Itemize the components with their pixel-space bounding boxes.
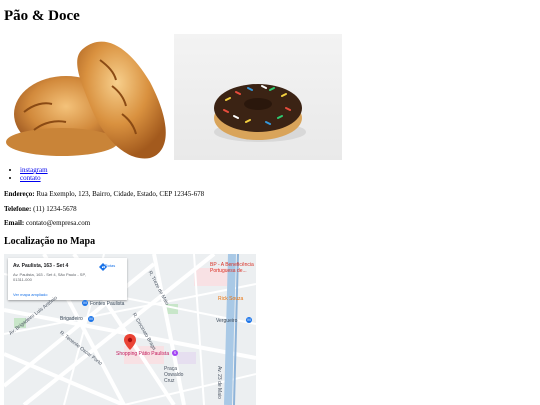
contact-link[interactable]: contato — [20, 174, 41, 182]
place-address: Av. Paulista, 163 - Set 4, São Paulo - S… — [13, 272, 86, 282]
map-label-shopping: Shopping Pátio Paulista — [116, 351, 170, 357]
map-label-rick: Rick Souza — [218, 296, 244, 302]
phone-value: (11) 1234-5678 — [33, 205, 77, 213]
address-value: Rua Exemplo, 123, Bairro, Cidade, Estado… — [36, 190, 205, 198]
map-heading: Localização no Mapa — [4, 236, 96, 247]
metro-icon: M — [82, 300, 88, 306]
shopping-icon: S — [172, 350, 178, 356]
directions-button[interactable]: Rotas — [99, 263, 121, 271]
map-label-fontes: Fontes Paulista — [90, 301, 125, 307]
link-item: contato — [20, 174, 48, 182]
email-label: Email: — [4, 219, 25, 227]
location-pin-icon — [124, 334, 136, 350]
map-label-23-maio: Av. 23 de Maio — [216, 366, 222, 399]
map-label-vergueiro: Vergueiro — [216, 318, 238, 324]
email-value: contato@empresa.com — [25, 219, 91, 227]
email-line: Email: contato@empresa.com — [4, 219, 90, 227]
embedded-map[interactable]: Av. Paulista, 163 - Set 4 Av. Paulista, … — [4, 254, 256, 405]
metro-icon: M — [88, 316, 94, 322]
map-label-brigadeiro: Brigadeiro — [60, 316, 83, 322]
social-links: instagram contato — [4, 166, 48, 182]
page-title: Pão & Doce — [4, 8, 80, 24]
address-line: Endereço: Rua Exemplo, 123, Bairro, Cida… — [4, 190, 204, 198]
metro-icon: M — [246, 317, 252, 323]
map-label-benef: BP - A Beneficência Portuguesa de... — [210, 262, 254, 274]
map-label-praca: Praça Oswaldo Cruz — [164, 366, 184, 384]
view-larger-map-link[interactable]: Ver mapa ampliado — [13, 292, 47, 297]
place-title: Av. Paulista, 163 - Set 4 — [13, 263, 69, 269]
donut-image — [174, 34, 342, 160]
phone-line: Telefone: (11) 1234-5678 — [4, 205, 77, 213]
place-card: Av. Paulista, 163 - Set 4 Av. Paulista, … — [8, 258, 127, 300]
directions-icon — [99, 263, 107, 271]
instagram-link[interactable]: instagram — [20, 166, 48, 174]
link-item: instagram — [20, 166, 48, 174]
phone-label: Telefone: — [4, 205, 32, 213]
bread-image — [4, 34, 172, 160]
address-label: Endereço: — [4, 190, 35, 198]
